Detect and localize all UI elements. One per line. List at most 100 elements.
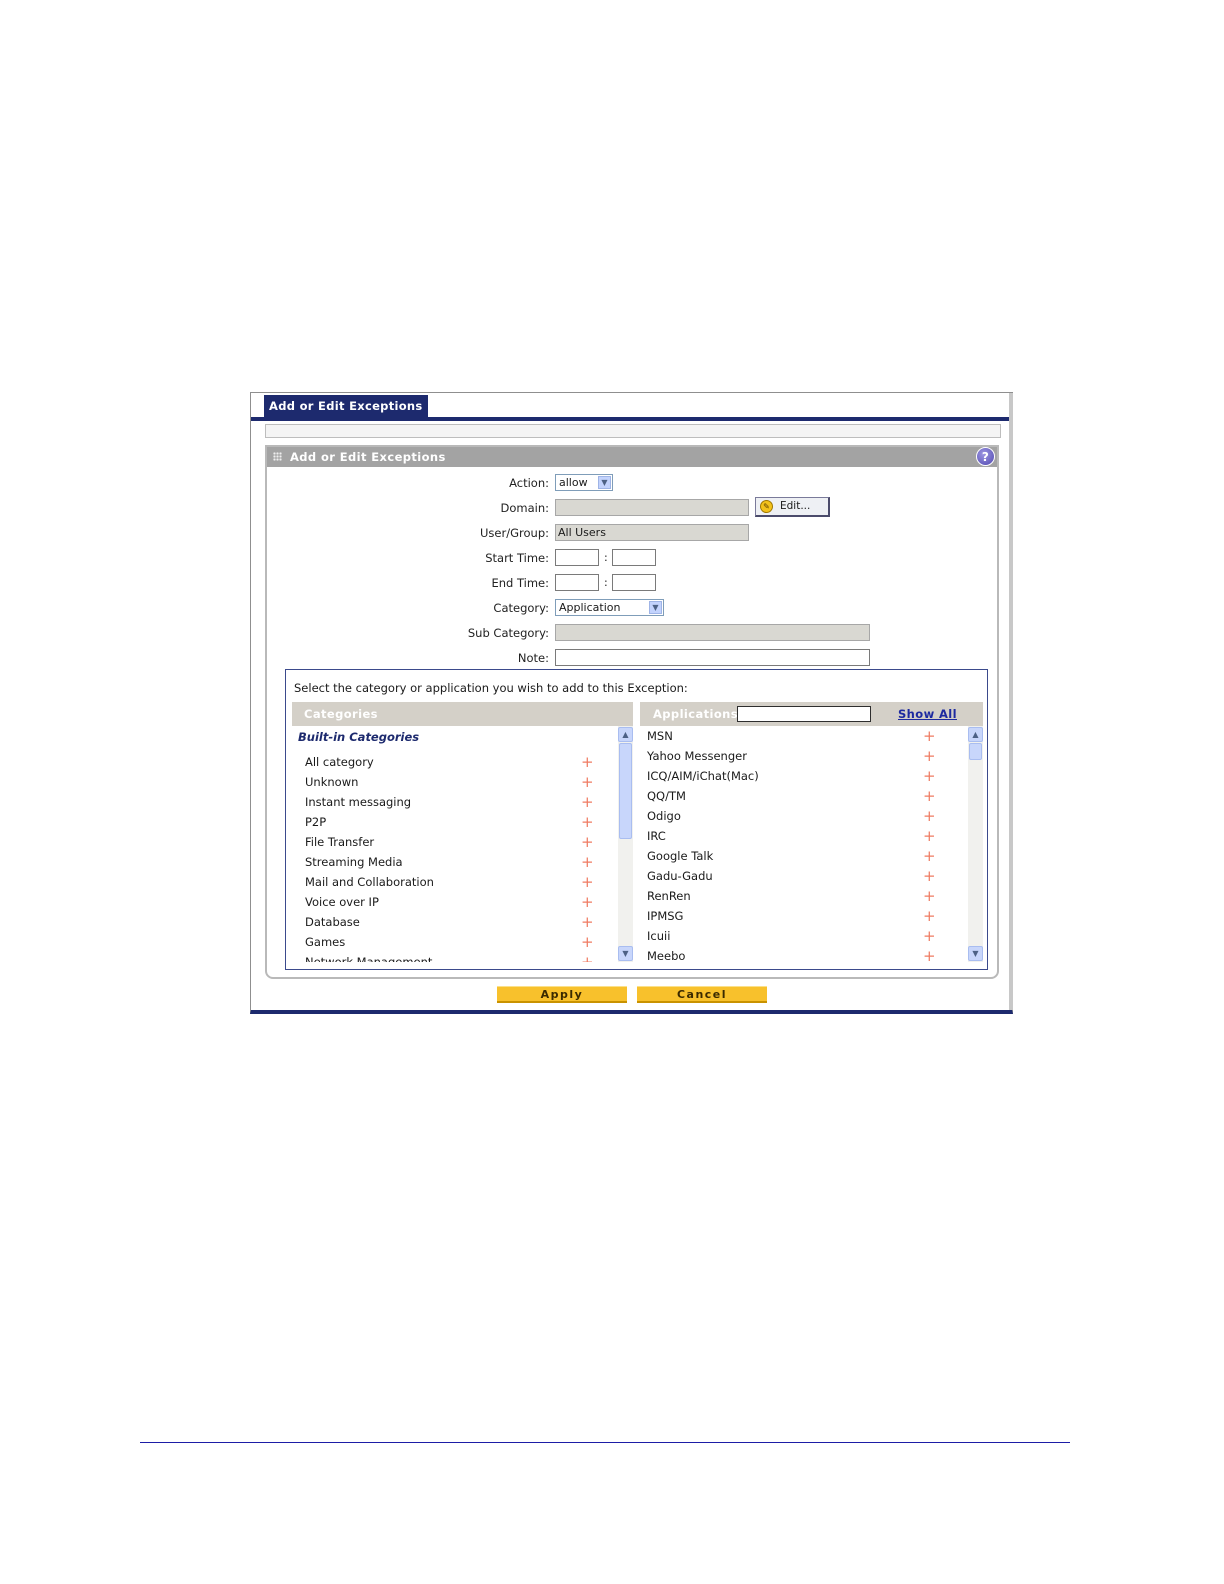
category-item-label: All category xyxy=(305,755,374,769)
plus-icon[interactable]: + xyxy=(923,866,936,886)
category-item[interactable]: File Transfer + xyxy=(292,832,618,852)
plus-icon[interactable]: + xyxy=(923,946,936,962)
applications-filter-input[interactable] xyxy=(737,706,871,722)
applications-body: MSN + Yahoo Messenger + ICQ/AIM/iChat(Mac) + Q… xyxy=(640,726,968,962)
categories-scrollbar[interactable]: ▲ ▼ xyxy=(618,726,633,962)
end-time-hour-input[interactable] xyxy=(555,574,599,591)
plus-icon[interactable]: + xyxy=(581,932,594,952)
application-item-label: Odigo xyxy=(647,809,681,823)
selection-box: Select the category or application you w… xyxy=(285,669,988,970)
category-item[interactable]: Streaming Media + xyxy=(292,852,618,872)
application-item-label: Yahoo Messenger xyxy=(647,749,747,763)
plus-icon[interactable]: + xyxy=(923,886,936,906)
application-item[interactable]: Gadu-Gadu + xyxy=(640,866,968,886)
edit-button-label: Edit... xyxy=(780,500,811,512)
scroll-down-icon[interactable]: ▼ xyxy=(618,946,633,961)
plus-icon[interactable]: + xyxy=(581,872,594,892)
panel-header: Add or Edit Exceptions ? xyxy=(267,447,997,467)
plus-icon[interactable]: + xyxy=(923,746,936,766)
plus-icon[interactable]: + xyxy=(923,906,936,926)
application-item[interactable]: Yahoo Messenger + xyxy=(640,746,968,766)
plus-icon[interactable]: + xyxy=(581,792,594,812)
note-input[interactable] xyxy=(555,649,870,666)
categories-header-label: Categories xyxy=(304,707,378,721)
window-edge xyxy=(1009,393,1013,1010)
application-item[interactable]: RenRen + xyxy=(640,886,968,906)
user-group-label: User/Group: xyxy=(480,526,549,540)
show-all-link[interactable]: Show All xyxy=(898,702,957,726)
cancel-button[interactable]: Cancel xyxy=(637,986,767,1003)
application-item[interactable]: Meebo + xyxy=(640,946,968,962)
application-item[interactable]: Icuii + xyxy=(640,926,968,946)
window-tab-bar: Add or Edit Exceptions xyxy=(251,393,1012,421)
applications-scrollbar[interactable]: ▲ ▼ xyxy=(968,726,983,962)
application-item[interactable]: QQ/TM + xyxy=(640,786,968,806)
plus-icon[interactable]: + xyxy=(581,812,594,832)
application-item[interactable]: Google Talk + xyxy=(640,846,968,866)
plus-icon[interactable]: + xyxy=(923,726,936,746)
category-item[interactable]: Network Management + xyxy=(292,952,618,962)
action-value: allow xyxy=(559,476,588,489)
message-strip xyxy=(265,424,1001,438)
tab-add-edit-exceptions[interactable]: Add or Edit Exceptions xyxy=(264,395,428,417)
page-footer-rule xyxy=(140,1442,1070,1443)
applications-header-label: Applications xyxy=(653,707,738,721)
plus-icon[interactable]: + xyxy=(923,806,936,826)
scroll-thumb[interactable] xyxy=(969,743,982,760)
category-item-label: Instant messaging xyxy=(305,795,412,809)
selection-instruction: Select the category or application you w… xyxy=(294,681,688,695)
plus-icon[interactable]: + xyxy=(923,786,936,806)
scroll-thumb[interactable] xyxy=(619,743,632,839)
help-icon[interactable]: ? xyxy=(976,447,995,466)
category-item[interactable]: Database + xyxy=(292,912,618,932)
plus-icon[interactable]: + xyxy=(581,832,594,852)
plus-icon[interactable]: + xyxy=(923,826,936,846)
category-item[interactable]: All category + xyxy=(292,752,618,772)
plus-icon[interactable]: + xyxy=(581,752,594,772)
plus-icon[interactable]: + xyxy=(581,892,594,912)
chevron-down-icon: ▼ xyxy=(598,476,611,489)
category-label: Category: xyxy=(493,601,549,615)
category-item[interactable]: P2P + xyxy=(292,812,618,832)
categories-body: Built-in Categories All category + Unknown… xyxy=(292,726,618,962)
start-time-minute-input[interactable] xyxy=(612,549,656,566)
action-label: Action: xyxy=(509,476,549,490)
plus-icon[interactable]: + xyxy=(581,952,594,962)
category-item-label: File Transfer xyxy=(305,835,375,849)
user-group-field: All Users xyxy=(555,524,749,541)
plus-icon[interactable]: + xyxy=(923,926,936,946)
application-item[interactable]: ICQ/AIM/iChat(Mac) + xyxy=(640,766,968,786)
plus-icon[interactable]: + xyxy=(581,912,594,932)
application-item[interactable]: MSN + xyxy=(640,726,968,746)
edit-icon: ✎ xyxy=(760,500,773,513)
edit-domain-button[interactable]: ✎ Edit... xyxy=(755,497,830,517)
application-item-label: Icuii xyxy=(647,929,671,943)
action-select[interactable]: allow ▼ xyxy=(555,474,613,491)
category-item[interactable]: Voice over IP + xyxy=(292,892,618,912)
plus-icon[interactable]: + xyxy=(923,766,936,786)
plus-icon[interactable]: + xyxy=(923,846,936,866)
application-item-label: Google Talk xyxy=(647,849,714,863)
scroll-up-icon[interactable]: ▲ xyxy=(618,727,633,742)
scroll-down-icon[interactable]: ▼ xyxy=(968,946,983,961)
application-item-label: ICQ/AIM/iChat(Mac) xyxy=(647,769,759,783)
scroll-up-icon[interactable]: ▲ xyxy=(968,727,983,742)
category-value: Application xyxy=(559,601,621,614)
plus-icon[interactable]: + xyxy=(581,772,594,792)
categories-header: Categories xyxy=(292,702,633,726)
category-select[interactable]: Application ▼ xyxy=(555,599,664,616)
grip-icon xyxy=(273,452,282,461)
category-item[interactable]: Mail and Collaboration + xyxy=(292,872,618,892)
end-time-minute-input[interactable] xyxy=(612,574,656,591)
application-item[interactable]: IRC + xyxy=(640,826,968,846)
application-item[interactable]: IPMSG + xyxy=(640,906,968,926)
apply-button[interactable]: Apply xyxy=(497,986,627,1003)
start-time-hour-input[interactable] xyxy=(555,549,599,566)
application-item[interactable]: Odigo + xyxy=(640,806,968,826)
time-separator: : xyxy=(604,576,608,589)
plus-icon[interactable]: + xyxy=(581,852,594,872)
time-separator: : xyxy=(604,551,608,564)
category-item[interactable]: Games + xyxy=(292,932,618,952)
category-item[interactable]: Instant messaging + xyxy=(292,792,618,812)
category-item[interactable]: Unknown + xyxy=(292,772,618,792)
